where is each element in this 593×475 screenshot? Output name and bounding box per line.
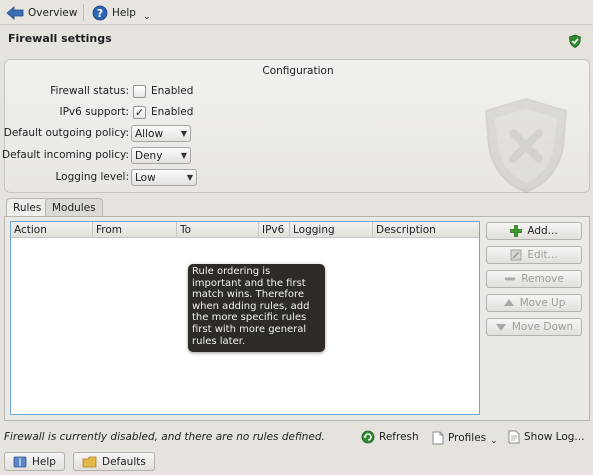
add-rule-button[interactable]: Add... (486, 222, 582, 240)
help-icon: ? (92, 5, 108, 20)
move-down-label: Move Down (511, 321, 574, 333)
move-down-button[interactable]: Move Down (486, 318, 582, 336)
status-message: Firewall is currently disabled, and ther… (4, 431, 325, 443)
column-header-to[interactable]: To (177, 222, 259, 238)
configuration-title: Configuration (262, 65, 334, 77)
firewall-status-label: Firewall status: (50, 85, 129, 97)
defaults-icon (82, 456, 97, 468)
back-arrow-icon (6, 5, 24, 20)
rules-table[interactable]: Action From To IPv6 Logging Description … (10, 221, 480, 415)
firewall-status-checkbox-text: Enabled (151, 85, 194, 97)
chevron-down-icon: ⌄ (142, 11, 151, 22)
profiles-menu-button[interactable]: Profiles ⌄ (432, 430, 498, 446)
plus-icon (510, 225, 523, 237)
show-log-button[interactable]: Show Log... (508, 430, 584, 444)
defaults-button[interactable]: Defaults (73, 452, 155, 471)
defaults-button-label: Defaults (102, 455, 146, 468)
edit-rule-button[interactable]: Edit... (486, 246, 582, 264)
page-title: Firewall settings (8, 32, 112, 45)
chevron-down-icon: ▼ (186, 173, 194, 182)
refresh-button[interactable]: Refresh (361, 430, 419, 444)
incoming-policy-value: Deny (135, 149, 163, 162)
logging-level-value: Low (135, 171, 156, 184)
chevron-down-icon: ▼ (180, 129, 188, 138)
arrow-up-icon (503, 299, 514, 306)
firewall-status-enabled-label[interactable]: Enabled (151, 85, 193, 97)
firewall-status-checkbox[interactable] (133, 85, 146, 98)
ipv6-support-checkbox[interactable]: ✓ (133, 106, 146, 119)
help-label: Help (112, 6, 136, 19)
column-header-logging[interactable]: Logging (290, 222, 373, 238)
firewall-disabled-shield-icon (484, 97, 568, 194)
help-icon (13, 456, 27, 467)
help-button-label: Help (32, 455, 56, 468)
outgoing-policy-label: Default outgoing policy: (3, 127, 129, 139)
overview-button[interactable]: Overview (3, 3, 80, 22)
outgoing-policy-value: Allow (135, 127, 164, 140)
chevron-down-icon: ⌄ (490, 436, 498, 446)
refresh-label: Refresh (379, 431, 419, 443)
logging-level-label: Logging level: (55, 171, 130, 183)
tab-modules-label: Modules (52, 201, 96, 214)
edit-rule-label: Edit... (527, 249, 558, 261)
incoming-policy-select[interactable]: Deny ▼ (131, 147, 191, 164)
ipv6-checkbox-text: Enabled (151, 106, 194, 118)
overview-label: Overview (28, 6, 78, 19)
toolbar-separator (83, 4, 84, 21)
arrow-down-icon (495, 324, 506, 331)
refresh-icon (361, 430, 375, 444)
remove-rule-button[interactable]: Remove (486, 270, 582, 288)
column-header-description[interactable]: Description (373, 222, 479, 238)
tab-rules-label: Rules (13, 202, 42, 214)
show-log-label: Show Log... (524, 431, 585, 443)
logging-level-select[interactable]: Low ▼ (131, 169, 197, 186)
ipv6-support-label: IPv6 support: (59, 106, 129, 118)
help-menu-button[interactable]: ? Help ⌄ (89, 3, 154, 22)
shield-status-icon (569, 34, 581, 48)
incoming-policy-label: Default incoming policy: (2, 149, 129, 161)
svg-text:?: ? (97, 7, 103, 20)
column-header-action[interactable]: Action (11, 222, 93, 238)
move-up-button[interactable]: Move Up (486, 294, 582, 312)
help-button[interactable]: Help (4, 452, 65, 471)
add-rule-label: Add... (527, 225, 558, 237)
profiles-label: Profiles (448, 432, 487, 444)
document-icon (432, 431, 444, 445)
ipv6-enabled-label[interactable]: Enabled (151, 106, 193, 118)
toolbar: Overview ? Help ⌄ (0, 0, 593, 25)
column-header-ipv6[interactable]: IPv6 (259, 222, 290, 238)
minus-icon (505, 277, 516, 281)
chevron-down-icon: ▼ (180, 151, 188, 160)
edit-icon (510, 249, 522, 261)
tab-modules[interactable]: Modules (45, 198, 103, 216)
remove-rule-label: Remove (521, 273, 564, 285)
checkmark-icon: ✓ (134, 106, 145, 119)
column-header-from[interactable]: From (93, 222, 177, 238)
move-up-label: Move Up (519, 297, 566, 309)
outgoing-policy-select[interactable]: Allow ▼ (131, 125, 191, 142)
tab-rules[interactable]: Rules (6, 198, 49, 217)
rule-ordering-tooltip: Rule ordering is important and the first… (188, 264, 325, 352)
log-file-icon (508, 430, 520, 444)
